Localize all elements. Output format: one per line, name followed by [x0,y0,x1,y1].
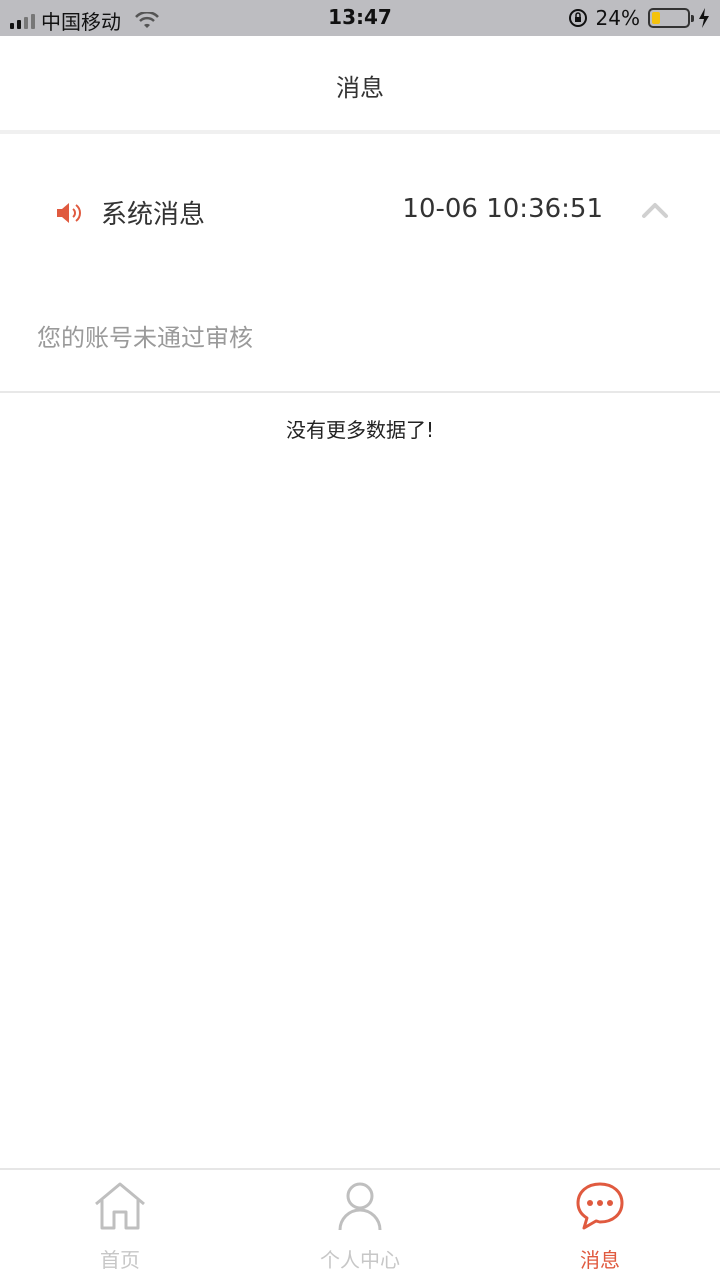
tab-messages-label: 消息 [580,1248,620,1272]
tab-bar: 首页 个人中心 消息 [0,1168,720,1280]
message-timestamp: 10-06 10:36:51 [402,194,603,224]
tab-home[interactable]: 首页 [0,1170,240,1282]
battery-percent: 24% [595,6,640,30]
chevron-up-icon[interactable] [640,198,670,222]
tab-profile-label: 个人中心 [320,1248,400,1272]
home-icon [95,1182,145,1230]
message-header[interactable]: 系统消息 10-06 10:36:51 [0,150,720,270]
status-bar: 中国移动 13:47 24% [0,0,720,36]
page-title: 消息 [336,74,384,102]
message-body: 您的账号未通过审核 [0,300,720,390]
tab-home-label: 首页 [100,1248,140,1272]
charging-bolt-icon [699,8,709,28]
tab-messages[interactable]: 消息 [480,1170,720,1282]
no-more-data-text: 没有更多数据了! [285,418,435,442]
battery-level [652,12,661,24]
battery-icon [648,8,694,28]
chat-bubble-icon [576,1182,624,1230]
message-title: 系统消息 [101,200,206,230]
status-right: 24% [568,6,710,30]
speaker-icon [57,203,81,223]
message-text: 您的账号未通过审核 [37,324,253,352]
divider [0,391,720,393]
tab-profile[interactable]: 个人中心 [240,1170,480,1282]
nav-bar: 消息 [0,36,720,134]
person-icon [338,1182,382,1231]
rotation-lock-icon [568,9,587,27]
